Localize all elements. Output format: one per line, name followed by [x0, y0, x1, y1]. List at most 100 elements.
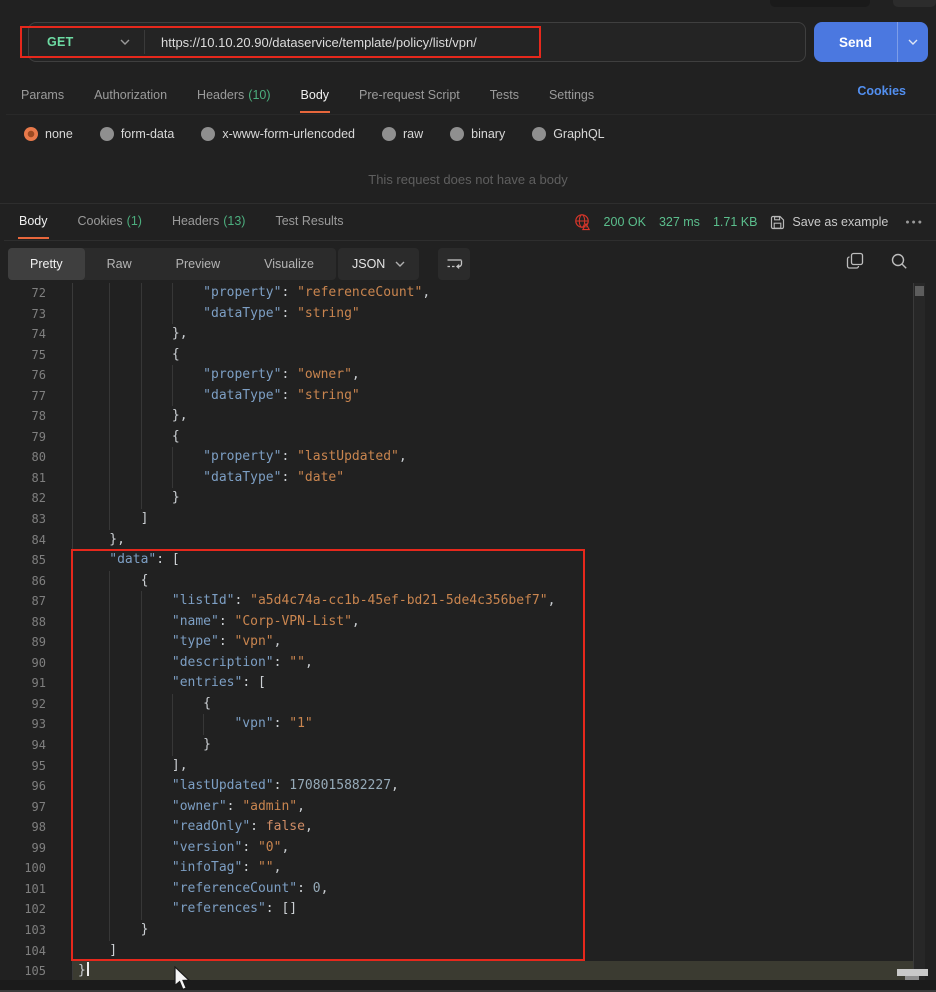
code-line: 89"type": "vpn",	[0, 632, 936, 653]
code-line-text: "entries": [	[72, 673, 913, 694]
tab-label: Cookies	[78, 214, 123, 228]
vertical-scrollbar-thumb[interactable]	[915, 286, 924, 296]
response-time[interactable]: 327 ms	[659, 215, 700, 229]
code-line: 77"dataType": "string"	[0, 386, 936, 407]
body-mode-radio-form-data[interactable]: form-data	[100, 127, 175, 141]
code-token: "name"	[172, 614, 219, 629]
indent-guide	[141, 447, 142, 468]
response-tab-headers[interactable]: Headers(13)	[157, 205, 260, 239]
cookies-link[interactable]: Cookies	[857, 84, 906, 98]
save-icon	[770, 215, 785, 230]
more-options-button[interactable]: ●●●	[905, 219, 924, 226]
language-label: JSON	[352, 257, 385, 271]
code-token: ,	[274, 860, 282, 875]
code-line: 73"dataType": "string"	[0, 304, 936, 325]
code-line: 90"description": "",	[0, 653, 936, 674]
code-line-text: }	[72, 735, 913, 756]
send-button[interactable]: Send	[814, 22, 928, 62]
code-line-text: },	[72, 530, 913, 551]
code-token: ]	[141, 511, 149, 526]
code-token: "readOnly"	[172, 819, 250, 834]
request-tab-body[interactable]: Body	[286, 79, 345, 113]
line-number: 92	[0, 694, 72, 715]
code-token: "date"	[297, 470, 344, 485]
code-line: 99"version": "0",	[0, 838, 936, 859]
code-token: }	[203, 737, 211, 752]
code-line-text: ]	[72, 509, 913, 530]
code-line: 81"dataType": "date"	[0, 468, 936, 489]
body-mode-radio-binary[interactable]: binary	[450, 127, 505, 141]
indent-guide	[141, 694, 142, 715]
indent-guide	[109, 673, 110, 694]
bottom-strip	[0, 980, 936, 992]
language-selector[interactable]: JSON	[338, 248, 419, 280]
code-token: "1"	[289, 716, 312, 731]
view-mode-raw[interactable]: Raw	[85, 248, 154, 280]
indent-guide	[109, 858, 110, 879]
code-token: :	[274, 716, 290, 731]
request-tab-params[interactable]: Params	[6, 79, 79, 113]
radio-icon	[450, 127, 464, 141]
search-response-button[interactable]	[890, 252, 908, 270]
code-token: "string"	[297, 306, 360, 321]
code-token: "version"	[172, 840, 242, 855]
request-tab-authorization[interactable]: Authorization	[79, 79, 182, 113]
line-number: 99	[0, 838, 72, 859]
body-mode-radio-x-www-form-urlencoded[interactable]: x-www-form-urlencoded	[201, 127, 355, 141]
copy-response-button[interactable]	[846, 252, 864, 270]
view-mode-visualize[interactable]: Visualize	[242, 248, 336, 280]
code-line-text: {	[72, 345, 913, 366]
code-line-text: "property": "lastUpdated",	[72, 447, 913, 468]
horizontal-scrollbar-thumb[interactable]	[897, 969, 928, 976]
save-as-example-button[interactable]: Save as example	[770, 215, 888, 230]
response-tab-body[interactable]: Body	[4, 205, 63, 239]
indent-guide	[109, 304, 110, 325]
response-body-code[interactable]: 72"property": "referenceCount",73"dataTy…	[0, 283, 936, 982]
send-options-button[interactable]	[898, 39, 928, 45]
indent-guide	[109, 920, 110, 941]
indent-guide	[109, 694, 110, 715]
request-tab-tests[interactable]: Tests	[475, 79, 534, 113]
vertical-scrollbar[interactable]	[913, 283, 925, 982]
network-warning-icon[interactable]	[573, 213, 591, 231]
code-token: :	[274, 655, 290, 670]
line-number: 85	[0, 550, 72, 571]
body-mode-radio-raw[interactable]: raw	[382, 127, 423, 141]
code-line: 84},	[0, 530, 936, 551]
code-line: 88"name": "Corp-VPN-List",	[0, 612, 936, 633]
response-tab-cookies[interactable]: Cookies(1)	[63, 205, 157, 239]
request-tabs: ParamsAuthorizationHeaders(10) Body Pre-re…	[6, 78, 936, 115]
code-token: :	[219, 614, 235, 629]
text-cursor	[87, 962, 89, 976]
view-mode-pretty[interactable]: Pretty	[8, 248, 85, 280]
code-line: 100"infoTag": "",	[0, 858, 936, 879]
code-line-text: }	[72, 488, 913, 509]
code-line: 98"readOnly": false,	[0, 817, 936, 838]
request-tab-headers[interactable]: Headers(10)	[182, 79, 285, 113]
url-input[interactable]: https://10.10.20.90/dataservice/template…	[145, 35, 805, 50]
indent-guide	[172, 386, 173, 407]
view-mode-preview[interactable]: Preview	[154, 248, 242, 280]
body-mode-radio-none[interactable]: none	[24, 127, 73, 141]
status-badge[interactable]: 200 OK	[604, 215, 646, 229]
code-token: :	[274, 778, 290, 793]
code-line: 80"property": "lastUpdated",	[0, 447, 936, 468]
mouse-cursor-icon	[172, 966, 192, 992]
request-tab-settings[interactable]: Settings	[534, 79, 609, 113]
line-number: 97	[0, 797, 72, 818]
response-tab-test-results[interactable]: Test Results	[260, 205, 358, 239]
line-number: 79	[0, 427, 72, 448]
tab-label: Body	[301, 88, 330, 102]
indent-guide	[109, 756, 110, 777]
indent-guide	[109, 509, 110, 530]
response-size[interactable]: 1.71 KB	[713, 215, 757, 229]
wrap-text-button[interactable]	[438, 248, 470, 280]
indent-guide	[109, 591, 110, 612]
method-selector[interactable]: GET	[29, 35, 144, 49]
code-line-text: "referenceCount": 0,	[72, 879, 913, 900]
request-tab-pre-request-script[interactable]: Pre-request Script	[344, 79, 475, 113]
body-mode-radio-graphql[interactable]: GraphQL	[532, 127, 604, 141]
indent-guide	[109, 632, 110, 653]
code-token: :	[297, 881, 313, 896]
code-line-text: },	[72, 406, 913, 427]
